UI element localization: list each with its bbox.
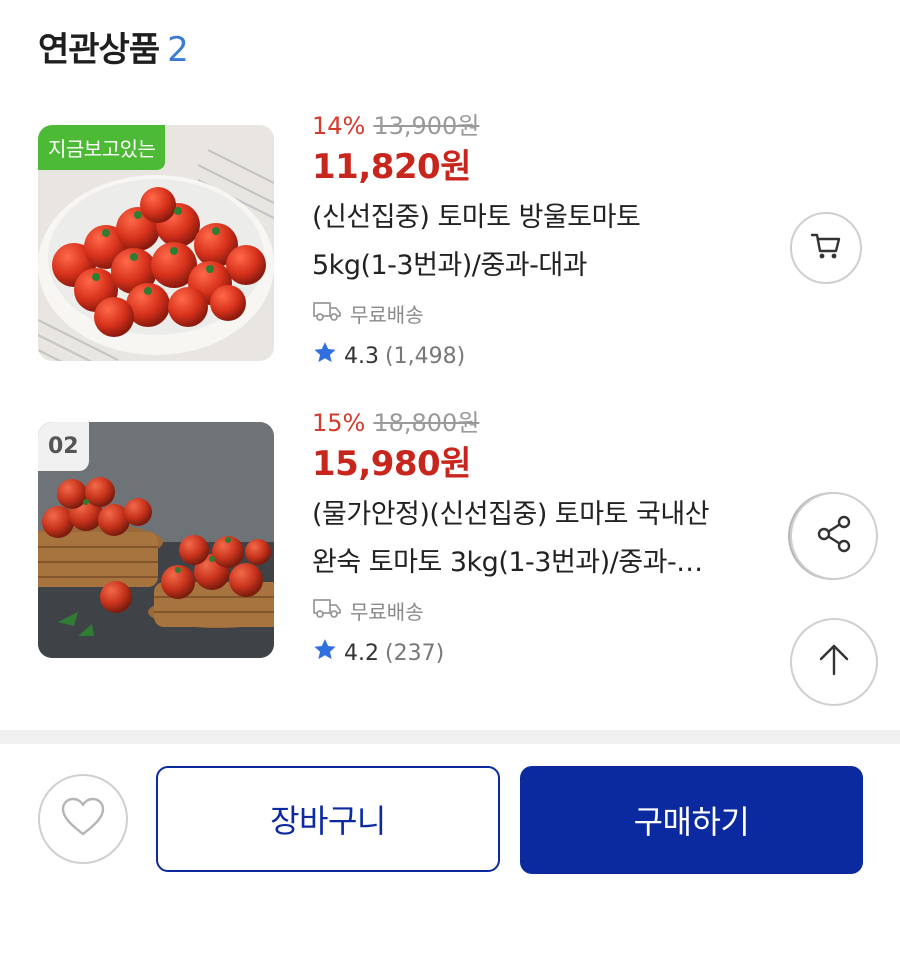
rating-score: 4.3 <box>344 343 379 369</box>
section-title-label: 연관상품 <box>38 30 160 70</box>
product-info: 14% 13,900원 11,820원 (신선집중) 토마토 방울토마토 5kg(… <box>312 108 782 372</box>
product-name[interactable]: (물가안정)(신선집중) 토마토 국내산 완숙 토마토 3kg(1-3번과)/중… <box>312 491 782 587</box>
section-title: 연관상품 2 <box>38 22 189 71</box>
review-count: (1,498) <box>385 343 466 369</box>
original-price: 13,900원 <box>373 112 480 140</box>
share-button[interactable] <box>790 492 878 580</box>
sale-price: 11,820원 <box>312 147 471 187</box>
shipping-info: 무료배송 <box>312 595 782 625</box>
arrow-up-icon <box>814 640 854 684</box>
price-row: 14% 13,900원 <box>312 108 782 144</box>
product-name-line-1[interactable]: (신선집중) 토마토 방울토마토 <box>312 194 772 242</box>
product-image[interactable]: 02 <box>38 422 274 658</box>
buy-button[interactable]: 구매하기 <box>520 766 863 874</box>
rating[interactable]: 4.2 (237) <box>312 637 782 669</box>
discount-rate: 14% <box>312 112 366 140</box>
price-row: 15% 18,800원 <box>312 405 782 441</box>
product-name-line-2[interactable]: 완숙 토마토 3kg(1-3번과)/중과-… <box>312 539 772 587</box>
add-to-cart-button[interactable] <box>790 212 862 284</box>
product-info: 15% 18,800원 15,980원 (물가안정)(신선집중) 토마토 국내산 … <box>312 405 782 669</box>
discount-rate: 15% <box>312 409 366 437</box>
shipping-label: 무료배송 <box>350 599 424 624</box>
now-viewing-badge: 지금보고있는 <box>38 125 166 170</box>
product-name[interactable]: (신선집중) 토마토 방울토마토 5kg(1-3번과)/중과-대과 <box>312 194 782 290</box>
rating[interactable]: 4.3 (1,498) <box>312 340 782 372</box>
product-image[interactable]: 지금보고있는 <box>38 125 274 361</box>
scroll-top-button[interactable] <box>790 618 878 706</box>
bottom-action-bar: 장바구니 구매하기 <box>0 744 900 970</box>
section-divider <box>0 730 900 744</box>
product-card-2[interactable]: 02 15% 18,800원 15,980원 (물가안정)(신선집중) 토마토 국… <box>0 405 900 666</box>
star-icon <box>312 637 338 669</box>
review-count: (237) <box>385 640 445 666</box>
original-price: 18,800원 <box>373 409 480 437</box>
rank-badge: 02 <box>38 422 89 471</box>
shipping-info: 무료배송 <box>312 298 782 328</box>
truck-icon <box>312 300 342 327</box>
sale-price: 15,980원 <box>312 444 471 484</box>
product-name-line-2[interactable]: 5kg(1-3번과)/중과-대과 <box>312 242 772 290</box>
cart-icon <box>809 229 843 267</box>
share-icon <box>812 512 856 560</box>
rating-score: 4.2 <box>344 640 379 666</box>
section-count: 2 <box>167 30 189 70</box>
heart-icon <box>60 796 106 842</box>
cart-button[interactable]: 장바구니 <box>156 766 500 872</box>
star-icon <box>312 340 338 372</box>
product-name-line-1[interactable]: (물가안정)(신선집중) 토마토 국내산 <box>312 491 772 539</box>
truck-icon <box>312 597 342 624</box>
shipping-label: 무료배송 <box>350 302 424 327</box>
product-card-1[interactable]: 지금보고있는 14% 13,900원 11,820원 (신선집중) 토마토 방울토… <box>0 108 900 369</box>
like-button[interactable] <box>38 774 128 864</box>
